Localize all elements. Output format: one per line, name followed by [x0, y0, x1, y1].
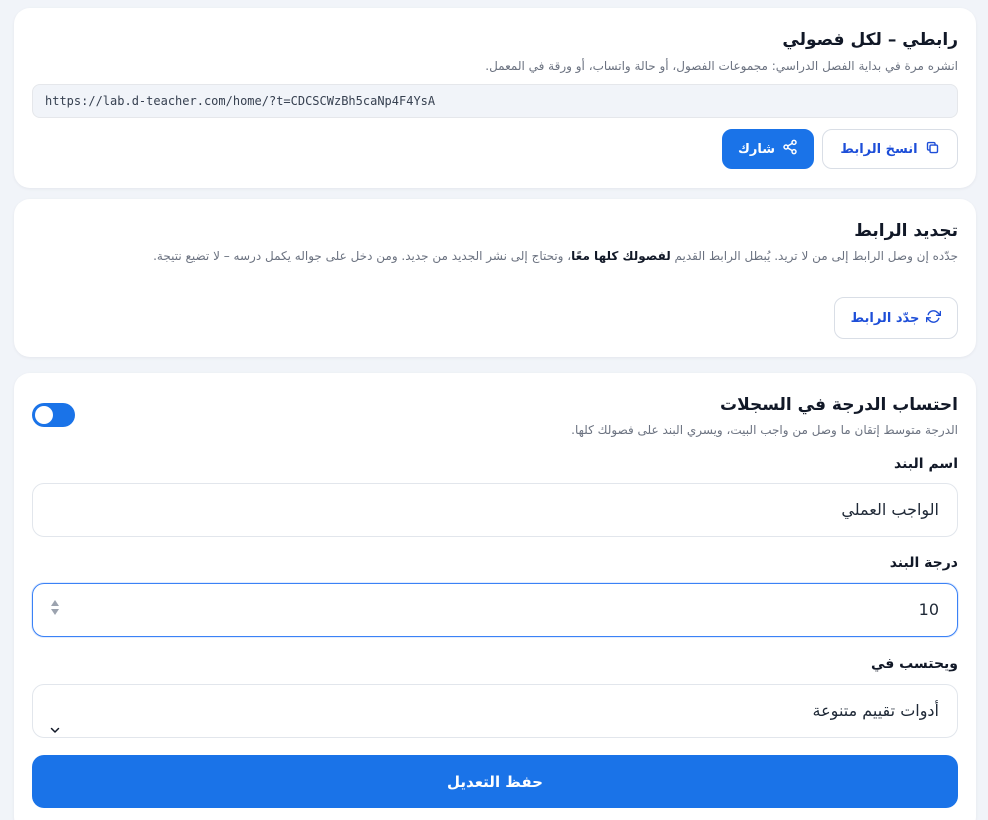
renew-description-part-2: ، وتحتاج إلى نشر الجديد من جديد. ومن دخل…	[153, 249, 572, 263]
renew-link-button[interactable]: جدّد الرابط	[834, 297, 958, 339]
share-link-card: رابطي – لكل فصولي انشره مرة في بداية الف…	[14, 8, 976, 188]
share-label: شارك	[737, 141, 776, 157]
refresh-icon	[926, 309, 942, 328]
toggle-knob	[35, 406, 53, 424]
counted-in-value: أدوات تقييم متنوعة	[812, 701, 939, 720]
copy-link-label: انسخ الرابط	[840, 141, 918, 157]
share-link-description: انشره مرة في بداية الفصل الدراسي: مجموعا…	[485, 59, 958, 73]
link-url-field[interactable]: https://lab.d-teacher.com/home/?t=CDCSCW…	[32, 84, 958, 118]
grade-settings-title: احتساب الدرجة في السجلات	[720, 395, 958, 415]
share-button[interactable]: شارك	[722, 129, 814, 169]
share-icon	[782, 139, 798, 159]
stepper-up-icon[interactable]	[51, 600, 59, 606]
renew-link-title: تجديد الرابط	[854, 221, 958, 241]
stepper-down-icon[interactable]	[51, 609, 59, 615]
renew-description-bold: لفصولك كلها معًا	[571, 249, 671, 263]
copy-icon	[925, 140, 940, 159]
copy-link-button[interactable]: انسخ الرابط	[822, 129, 958, 169]
number-stepper[interactable]	[51, 600, 59, 615]
renew-description-part-1: جدّده إن وصل الرابط إلى من لا تريد. يُبط…	[670, 249, 958, 263]
chevron-down-icon	[49, 705, 61, 757]
item-grade-value: 10	[918, 600, 939, 619]
renew-link-description: جدّده إن وصل الرابط إلى من لا تريد. يُبط…	[32, 245, 958, 267]
counted-in-select[interactable]: أدوات تقييم متنوعة	[32, 684, 958, 738]
item-grade-label: درجة البند	[889, 555, 958, 571]
item-name-input[interactable]: الواجب العملي	[32, 483, 958, 537]
item-name-label: اسم البند	[894, 456, 958, 472]
renew-link-card: تجديد الرابط جدّده إن وصل الرابط إلى من …	[14, 199, 976, 357]
counted-in-label: ويحتسب في	[870, 656, 958, 672]
save-changes-button[interactable]: حفظ التعديل	[32, 755, 958, 808]
grade-settings-card: احتساب الدرجة في السجلات الدرجة متوسط إت…	[14, 373, 976, 820]
grade-settings-description: الدرجة متوسط إتقان ما وصل من واجب البيت،…	[571, 423, 958, 437]
item-grade-input[interactable]: 10	[32, 583, 958, 637]
share-link-title: رابطي – لكل فصولي	[782, 30, 958, 50]
renew-link-label: جدّد الرابط	[850, 310, 920, 326]
grade-calculation-toggle[interactable]	[32, 403, 75, 427]
